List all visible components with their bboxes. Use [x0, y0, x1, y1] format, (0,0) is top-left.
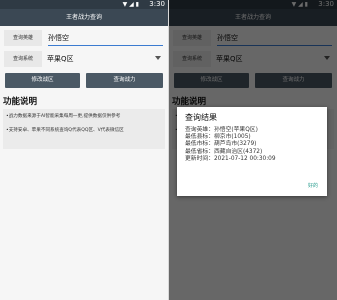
system-select[interactable]: 苹果Q区 [47, 51, 74, 67]
query-screen: ▼ ◢ ▮ 3:30 王者战力查询 查询英雄 孙悟空 查询系统 苹果Q区 修改战… [0, 0, 168, 300]
info-note: •支持安卓、苹果不同系统查询Q代表QQ区、V代表微信区 [6, 128, 124, 133]
dialog-ok-button[interactable]: 好的 [308, 182, 318, 189]
system-label: 查询系统 [4, 51, 42, 67]
result-dialog: 查询结果 查询英雄：孙悟空(苹果Q区) 最低县标：柳京市(1005) 最低市标：… [177, 107, 327, 196]
dialog-title: 查询结果 [185, 113, 217, 122]
system-row: 查询系统 苹果Q区 [3, 51, 165, 67]
info-box: •战力数据来源于AI智能采集每周一更,提供数据仅供参考 •支持安卓、苹果不同系统… [3, 109, 165, 149]
result-province: 最低省标：西藏自治区(4372) [185, 148, 263, 155]
modify-zone-button[interactable]: 修改战区 [5, 73, 80, 88]
result-city: 最低市标：葫芦岛市(3279) [185, 141, 257, 148]
dropdown-caret-icon[interactable] [155, 56, 161, 60]
hero-input-underline [48, 45, 163, 46]
result-updated: 更新时间：2021-07-12 00:30:09 [185, 155, 276, 162]
hero-input[interactable]: 孙悟空 [48, 30, 69, 46]
dialog-body: 查询英雄：孙悟空(苹果Q区) 最低县标：柳京市(1005) 最低市标：葫芦岛市(… [185, 127, 276, 163]
signal-battery-icon: ▼ ◢ ▮ [122, 1, 139, 8]
section-title: 功能说明 [3, 97, 38, 107]
result-screen: ▼ ◢ ▮ 3:30 王者战力查询 查询英雄 孙悟空 查询系统 苹果Q区 修改战… [169, 0, 337, 300]
info-note: •战力数据来源于AI智能采集每周一更,提供数据仅供参考 [6, 114, 121, 119]
status-time: 3:30 [149, 0, 165, 8]
status-bar: ▼ ◢ ▮ 3:30 [0, 0, 168, 9]
hero-row: 查询英雄 孙悟空 [3, 30, 165, 46]
app-title: 王者战力查询 [0, 9, 168, 26]
hero-label: 查询英雄 [4, 30, 42, 46]
query-power-button[interactable]: 查询战力 [86, 73, 163, 88]
